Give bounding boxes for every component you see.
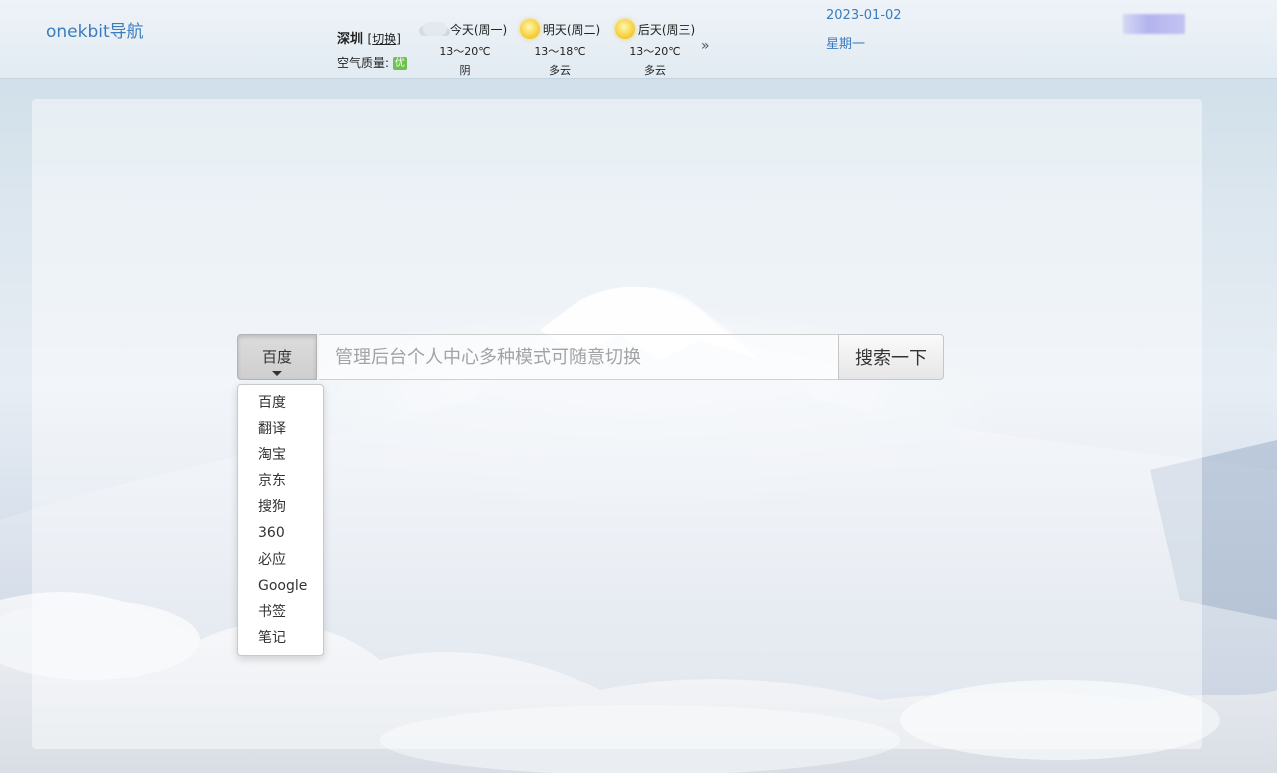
air-quality: 空气质量: 优	[337, 54, 407, 71]
current-date: 2023-01-02	[826, 8, 902, 23]
engine-option[interactable]: 翻译	[238, 418, 323, 444]
engine-option[interactable]: 书签	[238, 601, 323, 627]
forecast-day-label: 明天(周二)	[542, 22, 601, 37]
air-quality-label: 空气质量:	[337, 56, 390, 70]
city-switch: [切换]	[367, 32, 401, 46]
air-quality-badge: 优	[392, 57, 407, 70]
top-bar: onekbit导航 深圳 [切换] 空气质量: 优 今天(周一) 13～20℃ …	[0, 0, 1277, 79]
engine-option[interactable]: Google	[238, 575, 323, 601]
forecast-day-today: 今天(周一) 13～20℃ 阴	[417, 16, 513, 78]
current-weekday: 星期一	[826, 37, 866, 52]
forecast-condition: 多云	[549, 64, 571, 77]
engine-option[interactable]: 笔记	[238, 627, 323, 653]
user-avatar[interactable]	[1123, 14, 1185, 34]
engine-option[interactable]: 搜狗	[238, 496, 323, 522]
weather-more-icon[interactable]: »	[701, 38, 710, 54]
search-engine-label: 百度	[261, 348, 292, 366]
sun-icon	[519, 19, 540, 39]
main-panel	[32, 99, 1202, 749]
caret-down-icon	[272, 371, 282, 376]
forecast-day-label: 今天(周一)	[449, 22, 508, 37]
engine-option[interactable]: 百度	[238, 392, 323, 418]
search-button[interactable]: 搜索一下	[838, 334, 944, 380]
forecast-temp: 13～20℃	[439, 45, 491, 58]
forecast-day-label: 后天(周三)	[637, 22, 696, 37]
search-engine-dropdown: 百度 翻译 淘宝 京东 搜狗 360 必应 Google 书签 笔记	[237, 384, 324, 656]
sun-icon	[614, 19, 635, 39]
engine-option[interactable]: 淘宝	[238, 444, 323, 470]
forecast-temp: 13～20℃	[629, 45, 681, 58]
weather-city: 深圳 [切换]	[337, 28, 401, 47]
forecast-temp: 13～18℃	[534, 45, 586, 58]
cloud-icon	[422, 22, 447, 36]
engine-option[interactable]: 京东	[238, 470, 323, 496]
search-input[interactable]	[319, 334, 839, 380]
city-name: 深圳	[337, 32, 364, 47]
search-engine-select[interactable]: 百度	[237, 334, 317, 380]
city-switch-link[interactable]: 切换	[372, 32, 396, 46]
forecast-day-after-tomorrow: 后天(周三) 13～20℃ 多云	[607, 16, 703, 78]
forecast-condition: 多云	[644, 64, 666, 77]
engine-option[interactable]: 必应	[238, 549, 323, 575]
forecast-day-tomorrow: 明天(周二) 13～18℃ 多云	[512, 16, 608, 78]
forecast-condition: 阴	[459, 64, 471, 77]
site-logo[interactable]: onekbit导航	[46, 17, 144, 42]
engine-option[interactable]: 360	[238, 522, 323, 548]
